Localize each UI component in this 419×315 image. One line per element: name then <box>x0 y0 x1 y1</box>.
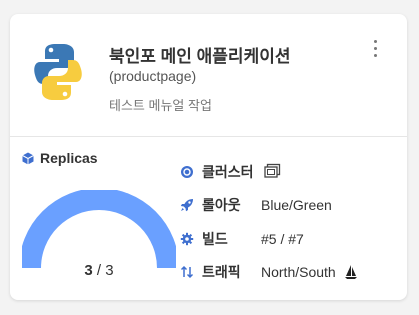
rollout-value: Blue/Green <box>261 197 332 213</box>
traffic-row: 트래픽 <box>180 262 241 282</box>
traffic-label: 트래픽 <box>202 264 241 280</box>
rocket-icon <box>180 199 193 212</box>
cube-icon <box>22 152 34 164</box>
replicas-current: 3 <box>84 262 93 279</box>
card-header: 북인포 메인 애플리케이션 (productpage) 테스트 메뉴얼 작업 <box>10 14 407 137</box>
cluster-label: 클러스터 <box>202 164 254 180</box>
dot-icon <box>373 40 377 43</box>
dot-icon <box>373 47 377 50</box>
traffic-arrows-icon <box>180 265 194 279</box>
replicas-header: Replicas <box>22 150 98 166</box>
replicas-separator: / <box>96 262 102 279</box>
app-id-label: (productpage) <box>109 68 197 84</box>
cluster-row: 클러스터 <box>180 162 282 182</box>
dot-icon <box>373 54 377 57</box>
replicas-label: Replicas <box>40 150 98 166</box>
rollout-label: 롤아웃 <box>202 197 241 213</box>
more-options-button[interactable] <box>368 38 382 62</box>
gauge-fill <box>22 190 176 269</box>
app-name: 북인포 메인 애플리케이션 <box>109 47 291 66</box>
app-description: 테스트 메뉴얼 작업 <box>109 98 212 113</box>
cluster-icon <box>181 166 193 178</box>
build-row: 빌드 <box>180 229 228 249</box>
python-logo-icon <box>34 44 82 100</box>
build-value: #5 / #7 <box>261 231 304 247</box>
rollout-row: 롤아웃 <box>180 195 241 215</box>
replicas-count: 3 / 3 <box>22 262 176 279</box>
replicas-total: 3 <box>105 262 114 279</box>
copy-windows-icon[interactable] <box>262 162 282 182</box>
traffic-value-text: North/South <box>261 264 336 280</box>
sailboat-icon <box>344 265 357 279</box>
build-label: 빌드 <box>202 231 228 247</box>
header-divider <box>10 136 407 137</box>
gear-icon <box>180 232 194 246</box>
traffic-value: North/South <box>261 264 358 280</box>
